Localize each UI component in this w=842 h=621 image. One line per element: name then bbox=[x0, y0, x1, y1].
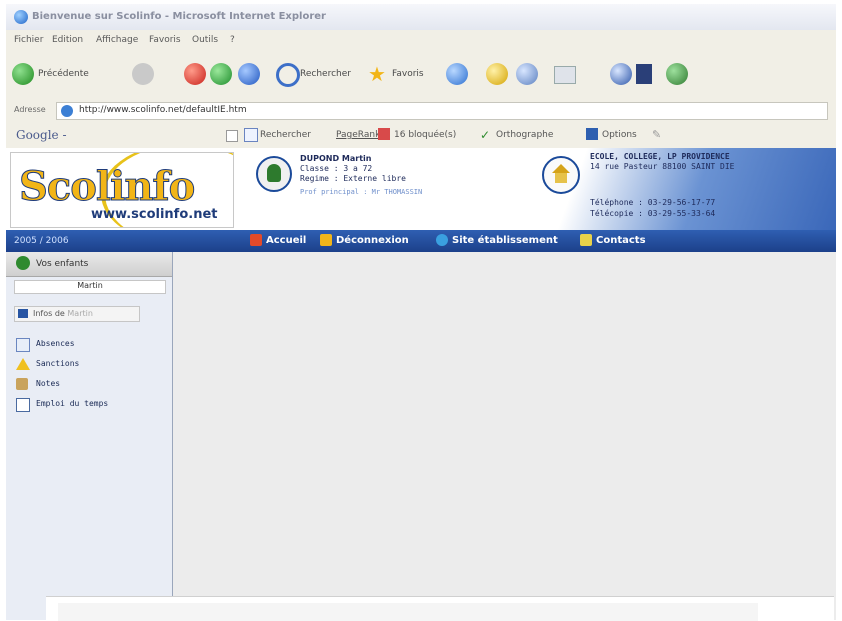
options-icon bbox=[586, 128, 598, 140]
scolinfo-header: Scolinfo www.scolinfo.net DUPOND Martin … bbox=[6, 148, 836, 230]
sidebar: Vos enfants Martin Infos de Martin Absen… bbox=[6, 252, 173, 620]
menu-affichage[interactable]: Affichage bbox=[96, 35, 138, 45]
address-input[interactable]: http://www.scolinfo.net/defaultIE.htm bbox=[56, 102, 828, 120]
sidebar-item-emploi[interactable]: Emploi du temps bbox=[16, 396, 166, 414]
print-icon[interactable] bbox=[516, 63, 538, 85]
spellcheck-button[interactable]: Orthographe bbox=[496, 130, 553, 140]
refresh-icon[interactable] bbox=[210, 63, 232, 85]
pagerank-label[interactable]: PageRank bbox=[336, 130, 380, 140]
schedule-icon bbox=[16, 398, 30, 412]
blocked-count[interactable]: 16 bloquée(s) bbox=[394, 130, 456, 140]
nav-accueil[interactable]: Accueil bbox=[266, 235, 306, 246]
student-regime: Regime : Externe libre bbox=[300, 174, 406, 183]
back-label: Précédente bbox=[38, 69, 89, 79]
sidebar-item-absences[interactable]: Absences bbox=[16, 336, 166, 354]
school-name: ECOLE, COLLEGE, LP PROVIDENCE bbox=[590, 152, 730, 161]
school-phone: Téléphone : 03-29-56-17-77 bbox=[590, 198, 716, 207]
address-label: Adresse bbox=[14, 105, 46, 114]
infos-label: Infos de Martin bbox=[33, 309, 93, 318]
back-button[interactable]: Précédente bbox=[12, 62, 112, 86]
favorites-button[interactable]: ★ Favoris bbox=[368, 62, 438, 86]
school-address: 14 rue Pasteur 88100 SAINT DIE bbox=[590, 162, 735, 171]
menu-fichier[interactable]: Fichier bbox=[14, 35, 43, 45]
pencil-icon[interactable]: ✎ bbox=[652, 128, 661, 141]
notes-icon bbox=[16, 378, 28, 390]
deconnexion-icon bbox=[320, 234, 332, 246]
nav-bar: 2005 / 2006 Accueil Déconnexion Site éta… bbox=[6, 230, 836, 254]
history-icon[interactable] bbox=[446, 63, 468, 85]
search-button[interactable]: Rechercher bbox=[276, 62, 356, 87]
logo-url: www.scolinfo.net bbox=[91, 207, 218, 222]
browser-window: Bienvenue sur Scolinfo - Microsoft Inter… bbox=[6, 4, 836, 620]
kids-icon bbox=[16, 256, 30, 270]
warning-icon bbox=[16, 358, 30, 370]
student-prof: Prof principal : Mr THOMASSIN bbox=[300, 188, 423, 196]
favorites-label: Favoris bbox=[392, 69, 424, 79]
standard-toolbar: Précédente Rechercher ★ Favoris bbox=[6, 52, 836, 99]
address-bar: Adresse http://www.scolinfo.net/defaultI… bbox=[6, 98, 836, 123]
infos-header: Infos de Martin bbox=[14, 306, 140, 322]
mail-icon[interactable] bbox=[486, 63, 508, 85]
google-search-field-icon[interactable] bbox=[226, 130, 238, 142]
menu-favoris[interactable]: Favoris bbox=[149, 35, 181, 45]
search-label: Rechercher bbox=[300, 69, 351, 79]
menu-bar: Fichier Edition Affichage Favoris Outils… bbox=[6, 30, 836, 53]
stop-icon[interactable] bbox=[184, 63, 206, 85]
sidebar-item-notes[interactable]: Notes bbox=[16, 376, 166, 394]
student-classe: Classe : 3 a 72 bbox=[300, 164, 373, 173]
student-icon bbox=[256, 156, 292, 192]
sidebar-item-label: Absences bbox=[36, 339, 75, 348]
nav-contacts[interactable]: Contacts bbox=[596, 235, 646, 246]
accueil-icon bbox=[250, 234, 262, 246]
search-icon bbox=[276, 63, 300, 87]
menu-help[interactable]: ? bbox=[230, 35, 235, 45]
google-toolbar: Google - Rechercher PageRank 16 bloquée(… bbox=[6, 122, 836, 149]
options-button[interactable]: Options bbox=[602, 130, 637, 140]
nav-site-etablissement[interactable]: Site établissement bbox=[452, 235, 558, 246]
ie-logo-icon bbox=[14, 10, 28, 24]
nav-deconnexion[interactable]: Déconnexion bbox=[336, 235, 409, 246]
home-icon[interactable] bbox=[238, 63, 260, 85]
menu-outils[interactable]: Outils bbox=[192, 35, 218, 45]
window-title: Bienvenue sur Scolinfo - Microsoft Inter… bbox=[32, 11, 326, 22]
main-content bbox=[173, 252, 836, 620]
lower-panel bbox=[46, 596, 834, 621]
sidebar-item-label: Notes bbox=[36, 379, 61, 388]
edit-icon[interactable] bbox=[554, 66, 576, 84]
research-icon[interactable] bbox=[636, 64, 652, 84]
child-selector[interactable]: Martin bbox=[14, 280, 166, 294]
google-search-button[interactable]: Rechercher bbox=[260, 130, 311, 140]
id-card-icon bbox=[18, 309, 28, 318]
sidebar-item-label: Emploi du temps bbox=[36, 399, 109, 408]
kids-label: Vos enfants bbox=[36, 259, 89, 269]
address-url: http://www.scolinfo.net/defaultIE.htm bbox=[79, 105, 247, 115]
student-name: DUPOND Martin bbox=[300, 154, 372, 163]
popup-blocker-icon bbox=[378, 128, 390, 140]
google-logo[interactable]: Google - bbox=[16, 128, 67, 142]
kids-header: Vos enfants bbox=[6, 252, 172, 277]
site-icon bbox=[436, 234, 448, 246]
title-bar: Bienvenue sur Scolinfo - Microsoft Inter… bbox=[6, 4, 836, 31]
logo-text: Scolinfo bbox=[18, 163, 195, 211]
messenger-icon[interactable] bbox=[610, 63, 632, 85]
sidebar-item-label: Sanctions bbox=[36, 359, 80, 368]
star-icon: ★ bbox=[368, 62, 386, 86]
page-icon bbox=[61, 105, 73, 117]
school-home-icon bbox=[542, 156, 580, 194]
google-g-icon bbox=[244, 128, 258, 142]
school-year: 2005 / 2006 bbox=[14, 236, 69, 246]
calendar-icon bbox=[16, 338, 30, 352]
sidebar-item-sanctions[interactable]: Sanctions bbox=[16, 356, 166, 374]
back-arrow-icon bbox=[12, 63, 34, 85]
users-icon[interactable] bbox=[666, 63, 688, 85]
contacts-icon bbox=[580, 234, 592, 246]
spellcheck-icon: ✓ bbox=[480, 128, 491, 142]
school-fax: Télécopie : 03-29-55-33-64 bbox=[590, 209, 716, 218]
lower-panel-inner bbox=[58, 603, 758, 621]
scolinfo-logo[interactable]: Scolinfo www.scolinfo.net bbox=[10, 152, 234, 228]
forward-icon[interactable] bbox=[132, 63, 154, 85]
menu-edition[interactable]: Edition bbox=[52, 35, 83, 45]
